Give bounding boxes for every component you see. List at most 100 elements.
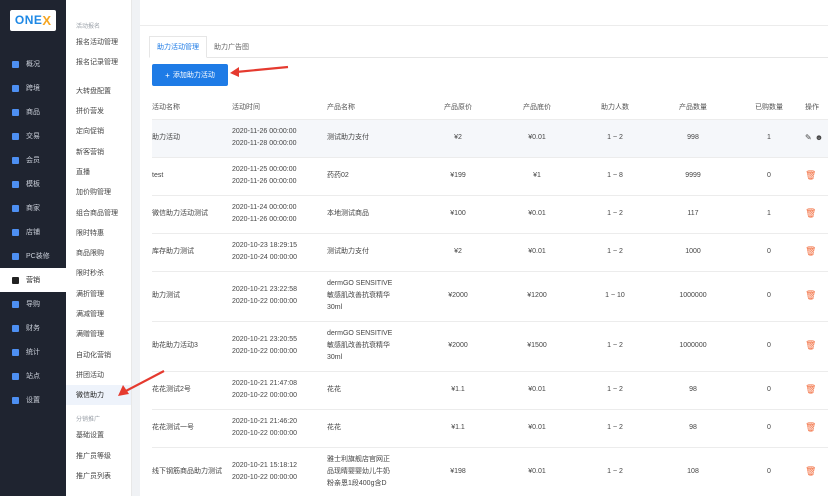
cell-actions: 🗑 <box>805 409 828 448</box>
submenu-item[interactable]: 拼价营发 <box>66 101 131 121</box>
product-line: 测试助力支付 <box>327 248 369 255</box>
member-icon <box>12 156 19 164</box>
cell-actions: ✎ ☻ <box>805 119 828 158</box>
nav-item[interactable]: 店铺 <box>0 220 66 244</box>
end-time: 2020-10-22 00:00:00 <box>232 474 297 481</box>
sold-qty: 0 <box>767 248 771 255</box>
product-qty: 998 <box>687 134 699 141</box>
activity-name: test <box>152 172 164 179</box>
cell-assist-people: 1 ~ 2 <box>577 321 653 372</box>
nav-item[interactable]: 营销 <box>0 268 66 292</box>
nav-item[interactable]: PC装修 <box>0 244 66 268</box>
order-icon <box>12 132 19 140</box>
submenu: 活动报名 报名活动管理 报名记录管理 大转盘配置 拼价营发 定向促销 新客营销 直播 加价购… <box>66 0 132 496</box>
submenu-item[interactable]: 限时特惠 <box>66 223 131 243</box>
cell-product-qty: 998 <box>653 119 733 158</box>
end-time: 2020-11-28 00:00:00 <box>232 140 297 147</box>
table-row: 助力活动 2020-11-26 00:00:00 2020-11-28 00:00:… <box>152 119 828 158</box>
tab-assist-banner[interactable]: 助力广告图 <box>207 36 256 58</box>
nav-item[interactable]: 会员 <box>0 148 66 172</box>
plus-icon: + <box>165 70 170 80</box>
activity-name: 花花测试一号 <box>152 424 194 431</box>
nav-item[interactable]: 设置 <box>0 388 66 412</box>
cell-original-price: ¥1.1 <box>419 371 497 410</box>
cell-original-price: ¥1.1 <box>419 409 497 448</box>
cell-floor-price: ¥0.01 <box>497 195 577 234</box>
cell-sold-qty: 0 <box>733 371 805 410</box>
product-line: 粉亲恩1段400g含D <box>327 480 387 487</box>
submenu-item[interactable]: 满赠管理 <box>66 324 131 344</box>
cell-product-name: 测试助力支付 <box>327 233 419 272</box>
submenu-item[interactable]: 新客营销 <box>66 141 131 161</box>
cell-activity-name: 线下钢筋商品助力测试 <box>152 447 232 496</box>
submenu-item[interactable]: 定向促销 <box>66 121 131 141</box>
submenu-item[interactable]: 满减管理 <box>66 304 131 324</box>
activity-table: 活动名称 活动时间 产品名称 产品原价 产品底价 助力人数 产品数量 已购数量 … <box>152 96 828 496</box>
cell-activity-name: 微信助力活动测试 <box>152 195 232 234</box>
activity-name: 助力测试 <box>152 292 180 299</box>
nav-item[interactable]: 商家 <box>0 196 66 220</box>
cell-sold-qty: 0 <box>733 447 805 496</box>
delete-icon[interactable]: 🗑 <box>805 466 816 476</box>
delete-icon[interactable]: 🗑 <box>805 170 816 180</box>
nav-item[interactable]: 导购 <box>0 292 66 316</box>
submenu-item[interactable]: 满折管理 <box>66 284 131 304</box>
submenu-item[interactable]: 推广员列表 <box>66 466 131 486</box>
end-time: 2020-10-22 00:00:00 <box>232 348 297 355</box>
floor-price: ¥0.01 <box>528 134 546 141</box>
submenu-item[interactable]: 自动化营销 <box>66 344 131 364</box>
cell-actions: 🗑 <box>805 195 828 234</box>
nav-item[interactable]: 站点 <box>0 364 66 388</box>
main-nav: 概况 跨境 商品 交易 会员 模板 商家 店铺 PC装修 营销 导购 财务 统计 站点 设置 <box>0 52 66 412</box>
submenu-item[interactable]: 限时秒杀 <box>66 263 131 283</box>
edit-icon[interactable]: ✎ <box>805 133 812 142</box>
col-product-name: 产品名称 <box>327 96 419 120</box>
cell-product-qty: 1000000 <box>653 321 733 372</box>
delete-icon[interactable]: 🗑 <box>805 290 816 300</box>
end-time: 2020-10-22 00:00:00 <box>232 430 297 437</box>
delete-icon[interactable]: 🗑 <box>805 422 816 432</box>
start-time: 2020-10-21 23:22:58 <box>232 286 297 293</box>
nav-item[interactable]: 商品 <box>0 100 66 124</box>
start-time: 2020-10-21 23:20:55 <box>232 336 297 343</box>
gift-icon <box>12 276 19 284</box>
delete-icon[interactable]: 🗑 <box>805 246 816 256</box>
product-line: 本地测试商品 <box>327 210 369 217</box>
submenu-group-title: 分销推广 <box>76 416 101 423</box>
cell-original-price: ¥100 <box>419 195 497 234</box>
submenu-item[interactable]: 大转盘配置 <box>66 81 131 101</box>
product-line: dermGO SENSITIVE <box>327 280 393 287</box>
nav-item[interactable]: 概况 <box>0 52 66 76</box>
submenu-item[interactable]: 组合商品管理 <box>66 202 131 222</box>
cell-activity-time: 2020-10-21 23:22:58 2020-10-22 00:00:00 <box>232 271 327 322</box>
delete-icon[interactable]: 🗑 <box>805 340 816 350</box>
pc-icon <box>12 252 19 260</box>
logo[interactable]: ONE X <box>0 0 66 40</box>
nav-item[interactable]: 交易 <box>0 124 66 148</box>
delete-icon[interactable]: 🗑 <box>805 208 816 218</box>
floor-price: ¥0.01 <box>528 386 546 393</box>
original-price: ¥199 <box>450 172 466 179</box>
tab-assist-activity[interactable]: 助力活动管理 <box>149 36 207 58</box>
nav-item[interactable]: 统计 <box>0 340 66 364</box>
add-assist-activity-button[interactable]: + 添加助力活动 <box>152 64 228 86</box>
submenu-item[interactable]: 基础设置 <box>66 425 131 445</box>
cell-product-name: dermGO SENSITIVE 敏感肌改善抗衰精华 30ml <box>327 321 419 372</box>
nav-item[interactable]: 模板 <box>0 172 66 196</box>
cell-product-qty: 108 <box>653 447 733 496</box>
activity-name: 线下钢筋商品助力测试 <box>152 468 222 475</box>
delete-icon[interactable]: 🗑 <box>805 384 816 394</box>
submenu-item[interactable]: 推广员等级 <box>66 446 131 466</box>
floor-price: ¥0.01 <box>528 248 546 255</box>
nav-item[interactable]: 跨境 <box>0 76 66 100</box>
end-time: 2020-10-22 00:00:00 <box>232 392 297 399</box>
product-qty: 98 <box>689 386 697 393</box>
submenu-item[interactable]: 直播 <box>66 162 131 182</box>
annotation-arrow-add <box>230 65 289 77</box>
submenu-item[interactable]: 报名记录管理 <box>66 52 131 72</box>
nav-item[interactable]: 财务 <box>0 316 66 340</box>
submenu-item[interactable]: 加价购管理 <box>66 182 131 202</box>
user-icon[interactable]: ☻ <box>815 133 823 142</box>
submenu-item[interactable]: 报名活动管理 <box>66 32 131 52</box>
submenu-item[interactable]: 商品限购 <box>66 243 131 263</box>
